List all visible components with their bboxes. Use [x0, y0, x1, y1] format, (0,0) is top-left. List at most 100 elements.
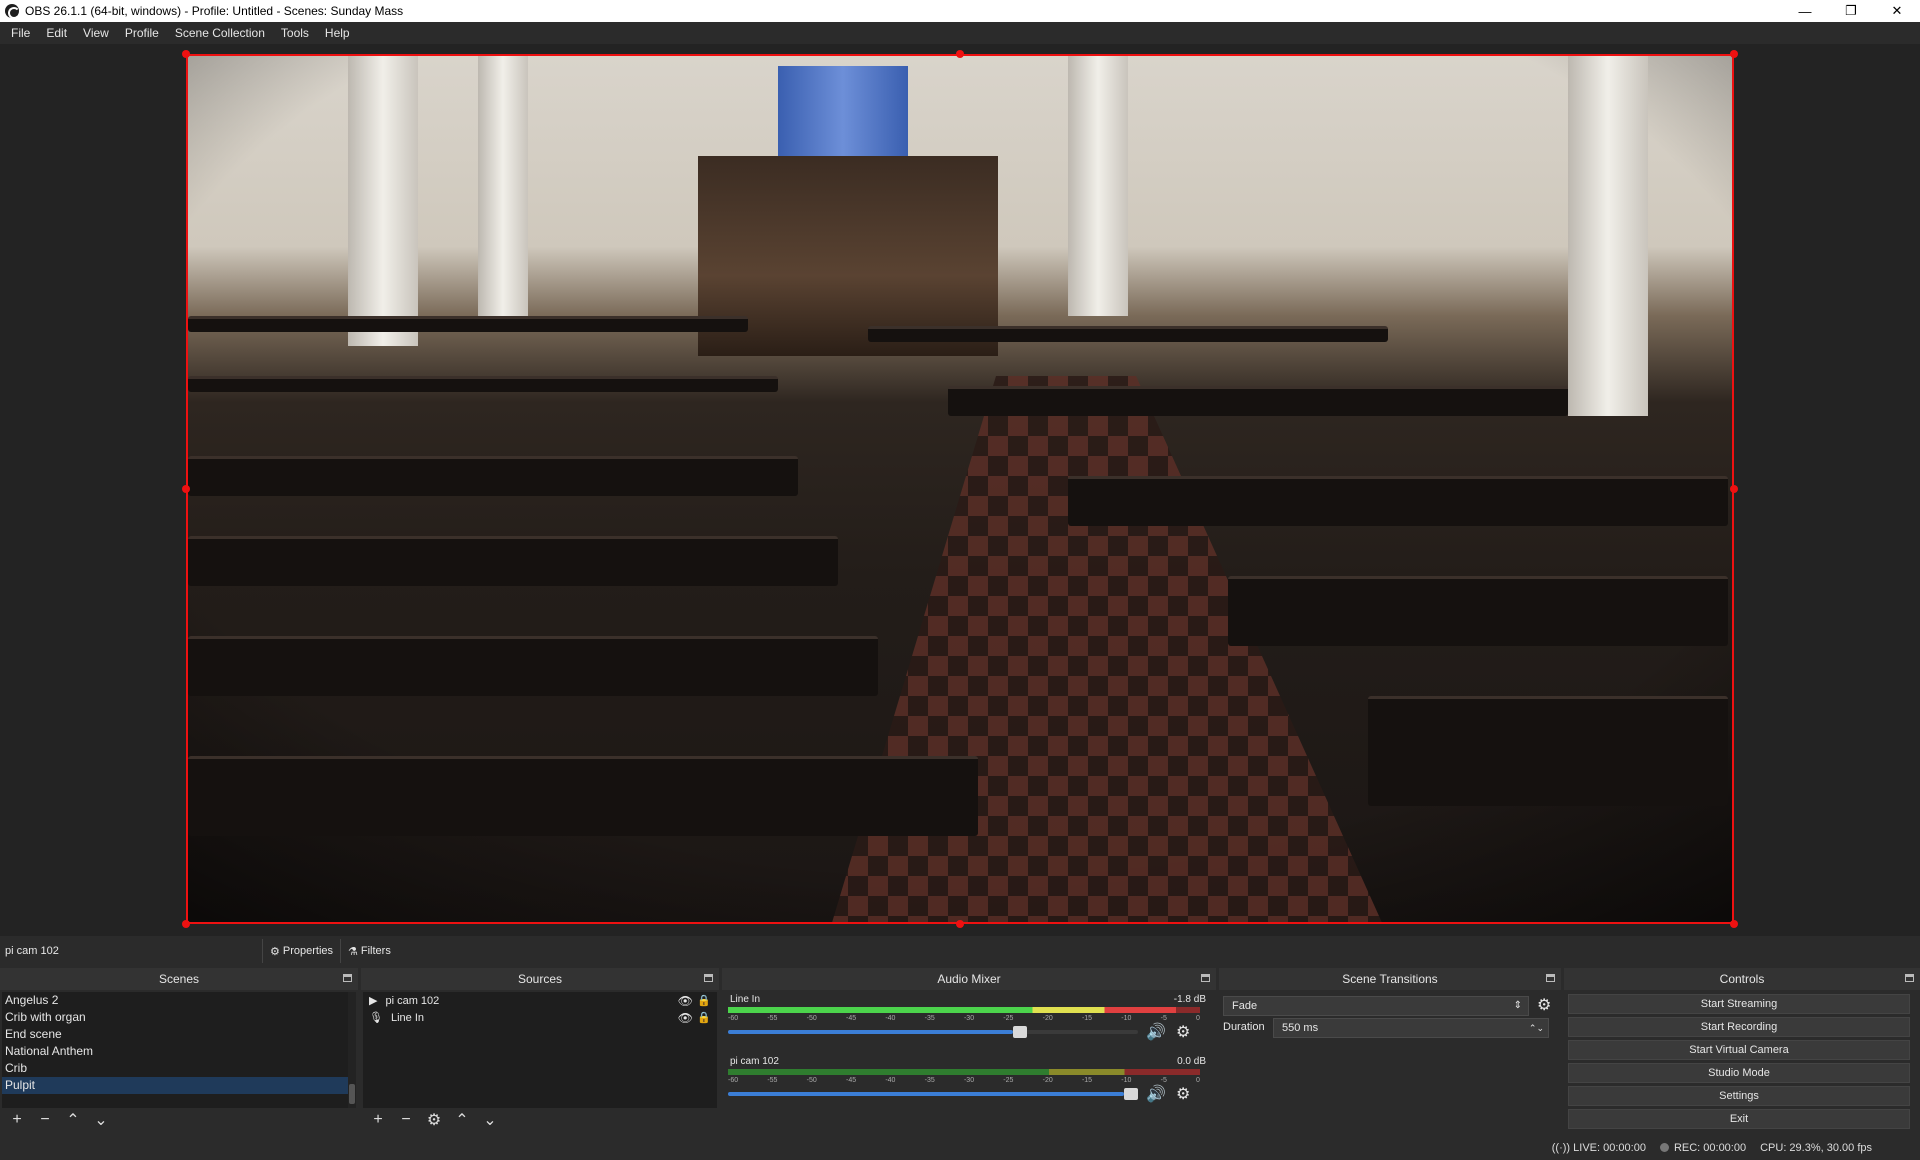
- scene-transitions-title: Scene Transitions: [1342, 972, 1438, 986]
- window-controls: — ❐ ✕: [1782, 0, 1920, 22]
- menu-view[interactable]: View: [75, 26, 117, 40]
- spinner-icon[interactable]: ⌃⌄: [1529, 1019, 1544, 1037]
- transform-handle[interactable]: [956, 50, 964, 58]
- start-recording-button[interactable]: Start Recording: [1568, 1017, 1910, 1037]
- tick-label: -30: [963, 1015, 975, 1022]
- properties-button[interactable]: ⚙ Properties: [262, 939, 340, 963]
- cpu-status: CPU: 29.3%, 30.00 fps: [1760, 1142, 1872, 1154]
- gear-icon: ⚙: [270, 945, 280, 958]
- sources-toolbar: + − ⚙ ⌃ ⌄: [361, 1108, 719, 1132]
- transform-handle[interactable]: [182, 50, 190, 58]
- settings-button[interactable]: Settings: [1568, 1086, 1910, 1106]
- menu-file[interactable]: File: [3, 26, 38, 40]
- transform-handle[interactable]: [956, 920, 964, 928]
- filters-button[interactable]: ⚗ Filters: [340, 939, 398, 963]
- menu-profile[interactable]: Profile: [117, 26, 167, 40]
- exit-button[interactable]: Exit: [1568, 1109, 1910, 1129]
- meter-ticks: -60 -55 -50 -45 -40 -35 -30 -25 -20 -15 …: [728, 1077, 1200, 1087]
- transform-handle[interactable]: [1730, 485, 1738, 493]
- microphone-icon: 🎙: [369, 1012, 383, 1024]
- sources-header: Sources: [361, 968, 719, 990]
- scene-item-selected[interactable]: Pulpit: [2, 1077, 348, 1094]
- pew: [1368, 696, 1728, 806]
- pew: [188, 756, 978, 836]
- menu-help[interactable]: Help: [317, 26, 358, 40]
- scenes-scrollbar[interactable]: [348, 992, 356, 1108]
- tick-label: -60: [728, 1015, 739, 1022]
- preview-area[interactable]: [0, 44, 1920, 936]
- remove-scene-icon[interactable]: −: [34, 1109, 56, 1131]
- minimize-button[interactable]: —: [1782, 0, 1828, 22]
- tick-label: -45: [845, 1077, 857, 1084]
- scenes-toolbar: + − ⌃ ⌄: [0, 1108, 358, 1132]
- menu-scene-collection[interactable]: Scene Collection: [167, 26, 273, 40]
- start-virtual-camera-button[interactable]: Start Virtual Camera: [1568, 1040, 1910, 1060]
- source-item[interactable]: ▶ pi cam 102 👁 🔒: [363, 992, 717, 1009]
- transform-handle[interactable]: [182, 920, 190, 928]
- volume-fader[interactable]: [728, 1026, 1138, 1038]
- remove-source-icon[interactable]: −: [395, 1109, 417, 1131]
- window-title: OBS 26.1.1 (64-bit, windows) - Profile: …: [25, 4, 404, 18]
- visibility-eye-icon[interactable]: 👁: [678, 1011, 693, 1025]
- source-properties-gear-icon[interactable]: ⚙: [423, 1109, 445, 1131]
- transform-handle[interactable]: [1730, 50, 1738, 58]
- tiled-aisle: [828, 376, 1388, 922]
- speaker-icon[interactable]: 🔊: [1146, 1022, 1166, 1042]
- volume-meter: [728, 1069, 1200, 1075]
- tick-label: -10: [1121, 1077, 1132, 1084]
- undock-icon[interactable]: [1201, 974, 1210, 982]
- move-up-icon[interactable]: ⌃: [451, 1109, 473, 1131]
- pillar: [1568, 56, 1648, 416]
- add-source-icon[interactable]: +: [367, 1109, 389, 1131]
- pew: [188, 636, 878, 696]
- undock-icon[interactable]: [1546, 974, 1555, 982]
- move-down-icon[interactable]: ⌄: [90, 1109, 112, 1131]
- audio-mixer-title: Audio Mixer: [937, 972, 1001, 986]
- scenes-list: Angelus 2 Crib with organ End scene Nati…: [2, 992, 348, 1108]
- tick-label: -15: [1081, 1015, 1093, 1022]
- scrollbar-thumb[interactable]: [349, 1084, 355, 1104]
- tick-label: -15: [1081, 1077, 1093, 1084]
- restore-button[interactable]: ❐: [1828, 0, 1874, 22]
- transform-handle[interactable]: [1730, 920, 1738, 928]
- pew: [188, 456, 798, 496]
- source-item[interactable]: 🎙 Line In 👁 🔒: [363, 1009, 717, 1026]
- fader-knob[interactable]: [1013, 1026, 1027, 1038]
- duration-input[interactable]: 550 ms ⌃⌄: [1273, 1018, 1549, 1038]
- scene-item[interactable]: End scene: [2, 1026, 348, 1043]
- start-streaming-button[interactable]: Start Streaming: [1568, 994, 1910, 1014]
- transition-gear-icon[interactable]: ⚙: [1537, 995, 1551, 1015]
- volume-meter: [728, 1007, 1200, 1013]
- visibility-eye-icon[interactable]: 👁: [678, 994, 693, 1008]
- undock-icon[interactable]: [704, 974, 713, 982]
- fader-knob[interactable]: [1124, 1088, 1138, 1100]
- gear-icon[interactable]: ⚙: [1176, 1084, 1190, 1104]
- menu-edit[interactable]: Edit: [38, 26, 75, 40]
- move-up-icon[interactable]: ⌃: [62, 1109, 84, 1131]
- gear-icon[interactable]: ⚙: [1176, 1022, 1190, 1042]
- undock-icon[interactable]: [343, 974, 352, 982]
- volume-fader[interactable]: [728, 1088, 1138, 1100]
- scene-item[interactable]: Angelus 2: [2, 992, 348, 1009]
- scene-transitions-header: Scene Transitions: [1219, 968, 1561, 990]
- undock-icon[interactable]: [1905, 974, 1914, 982]
- add-scene-icon[interactable]: +: [6, 1109, 28, 1131]
- status-bar: ((·)) LIVE: 00:00:00 REC: 00:00:00 CPU: …: [0, 1136, 1920, 1160]
- studio-mode-button[interactable]: Studio Mode: [1568, 1063, 1910, 1083]
- transform-handle[interactable]: [182, 485, 190, 493]
- lock-icon[interactable]: 🔒: [697, 1011, 711, 1024]
- move-down-icon[interactable]: ⌄: [479, 1109, 501, 1131]
- menu-tools[interactable]: Tools: [273, 26, 317, 40]
- speaker-icon[interactable]: 🔊: [1146, 1084, 1166, 1104]
- live-timer: LIVE: 00:00:00: [1573, 1142, 1646, 1154]
- scene-item[interactable]: Crib with organ: [2, 1009, 348, 1026]
- lock-icon[interactable]: 🔒: [697, 994, 711, 1007]
- scene-item[interactable]: National Anthem: [2, 1043, 348, 1060]
- scenes-header: Scenes: [0, 968, 358, 990]
- transition-value: Fade: [1232, 1000, 1258, 1012]
- source-preview-image[interactable]: [186, 54, 1734, 924]
- pew: [868, 326, 1388, 342]
- close-button[interactable]: ✕: [1874, 0, 1920, 22]
- scene-item[interactable]: Crib: [2, 1060, 348, 1077]
- transition-select[interactable]: Fade ⇕: [1223, 996, 1529, 1016]
